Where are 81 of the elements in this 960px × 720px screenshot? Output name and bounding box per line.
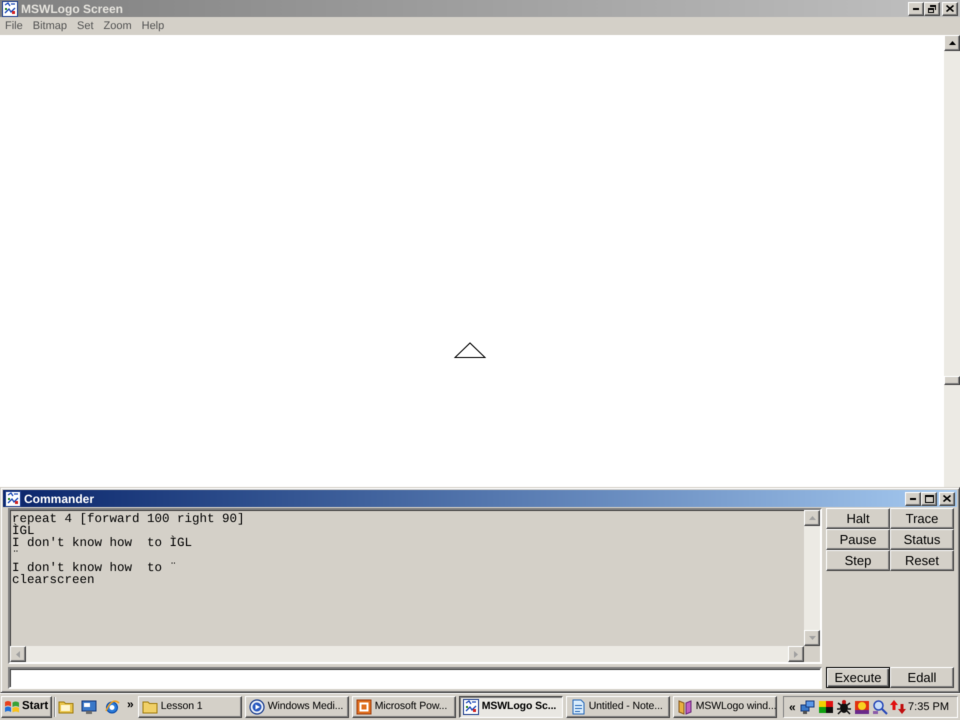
minimize-button[interactable] xyxy=(908,2,924,16)
close-button[interactable] xyxy=(942,2,958,16)
menu-item[interactable]: Set xyxy=(72,19,98,33)
tray-icon-button[interactable] xyxy=(800,699,816,715)
presentation-icon xyxy=(356,699,372,715)
output-line: I don't know how to ÌGL xyxy=(12,537,194,550)
command-button[interactable]: Execute xyxy=(826,667,890,688)
up-arrow-icon xyxy=(948,41,956,45)
taskbar-button[interactable]: Windows Medi... xyxy=(244,696,349,718)
output-line: ÌGL xyxy=(12,525,35,538)
scroll-up-button[interactable] xyxy=(944,35,960,51)
close-button[interactable] xyxy=(939,492,955,506)
command-button[interactable]: Status xyxy=(890,529,954,550)
taskbar-button[interactable]: Lesson 1 xyxy=(138,696,242,718)
command-button[interactable]: Edall xyxy=(890,667,954,688)
command-button[interactable]: Pause xyxy=(826,529,890,550)
output-line: repeat 4 [forward 100 right 90] xyxy=(12,513,246,526)
right-arrow-icon xyxy=(794,650,798,658)
flag-icon xyxy=(4,700,20,714)
taskbar-button[interactable]: MSWLogo wind... xyxy=(672,696,777,718)
window-title: Commander xyxy=(24,492,94,504)
network-icon xyxy=(800,699,816,715)
minimize-icon xyxy=(913,8,919,10)
tray-icon-button[interactable] xyxy=(818,699,834,715)
down-arrow-icon xyxy=(808,636,816,640)
taskbar-button[interactable]: MSWLogo Sc... xyxy=(458,696,563,718)
folder-icon xyxy=(142,699,158,715)
folder-icon xyxy=(58,699,74,715)
taskbar-button[interactable]: Microsoft Pow... xyxy=(352,696,456,718)
maximize-button[interactable] xyxy=(921,492,937,506)
app-icon xyxy=(5,490,21,506)
quick-launch-button[interactable] xyxy=(103,698,121,716)
scroll-up-button[interactable] xyxy=(804,510,820,526)
up-arrow-icon xyxy=(808,516,816,520)
quick-launch-more-button[interactable]: » xyxy=(127,698,134,710)
up-down-arrows-icon xyxy=(890,699,906,715)
close-icon xyxy=(946,5,954,12)
tray-icon-button[interactable] xyxy=(872,699,888,715)
turtle-triangle-icon xyxy=(454,342,486,358)
picture-icon xyxy=(854,699,870,715)
menu-item[interactable]: Zoom xyxy=(98,19,137,33)
command-input[interactable] xyxy=(8,667,822,689)
command-button[interactable]: Trace xyxy=(890,508,954,529)
minimize-icon xyxy=(910,498,916,500)
minimize-button[interactable] xyxy=(905,492,921,506)
tray-icon-button[interactable] xyxy=(836,699,852,715)
magnifier-icon xyxy=(872,699,888,715)
tray-icon-button[interactable] xyxy=(854,699,870,715)
clock: 7:35 PM xyxy=(908,702,949,712)
globe-icon xyxy=(104,699,120,715)
bug-icon xyxy=(836,699,852,715)
quick-launch-button[interactable] xyxy=(80,698,98,716)
command-button[interactable]: Halt xyxy=(826,508,890,529)
close-icon xyxy=(943,495,951,502)
app-icon xyxy=(462,699,479,715)
window-title: MSWLogo Screen xyxy=(21,2,124,14)
document-icon xyxy=(570,699,586,715)
restore-button[interactable] xyxy=(924,2,940,16)
taskbar-button[interactable]: Untitled - Note... xyxy=(566,696,670,718)
start-button[interactable]: Start xyxy=(1,696,52,718)
left-arrow-icon xyxy=(16,650,20,658)
scrollbar-thumb[interactable] xyxy=(944,376,960,385)
scroll-right-button[interactable] xyxy=(788,646,804,662)
maximize-icon xyxy=(924,494,934,502)
app-icon xyxy=(2,0,18,16)
output-line: I don't know how to ¨ xyxy=(12,562,178,574)
output-line: ¨ xyxy=(12,550,21,562)
scroll-left-button[interactable] xyxy=(10,646,26,662)
book-icon xyxy=(676,699,693,715)
color-squares-icon xyxy=(818,699,834,715)
command-button[interactable]: Reset xyxy=(890,550,954,571)
menu-item[interactable]: Help xyxy=(136,19,170,33)
desktop-icon xyxy=(81,699,97,715)
menu-item[interactable]: Bitmap xyxy=(28,19,72,33)
menu-item[interactable]: File xyxy=(0,19,28,33)
tray-expand-button[interactable]: « xyxy=(789,700,796,712)
command-button[interactable]: Step xyxy=(826,550,890,571)
output-line: clearscreen xyxy=(12,574,96,586)
scroll-down-button[interactable] xyxy=(804,630,820,646)
play-icon xyxy=(248,699,265,715)
restore-icon xyxy=(928,4,936,12)
